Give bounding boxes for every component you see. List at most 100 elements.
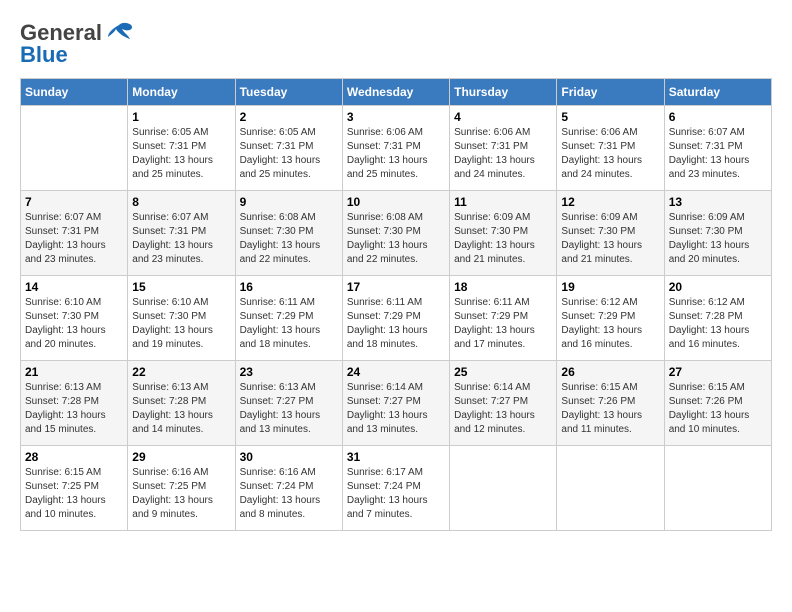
day-number: 27 [669, 365, 767, 379]
day-of-week-header: Saturday [664, 79, 771, 106]
calendar-cell: 18 Sunrise: 6:11 AM Sunset: 7:29 PM Dayli… [450, 276, 557, 361]
day-info: Sunrise: 6:17 AM Sunset: 7:24 PM Dayligh… [347, 466, 445, 522]
day-number: 18 [454, 280, 552, 294]
calendar-cell: 12 Sunrise: 6:09 AM Sunset: 7:30 PM Dayli… [557, 191, 664, 276]
calendar-cell: 15 Sunrise: 6:10 AM Sunset: 7:30 PM Dayli… [128, 276, 235, 361]
day-info: Sunrise: 6:06 AM Sunset: 7:31 PM Dayligh… [454, 126, 552, 182]
day-info: Sunrise: 6:15 AM Sunset: 7:25 PM Dayligh… [25, 466, 123, 522]
day-info: Sunrise: 6:05 AM Sunset: 7:31 PM Dayligh… [132, 126, 230, 182]
day-number: 29 [132, 450, 230, 464]
day-number: 14 [25, 280, 123, 294]
logo-bird-icon [104, 21, 134, 45]
day-info: Sunrise: 6:05 AM Sunset: 7:31 PM Dayligh… [240, 126, 338, 182]
day-info: Sunrise: 6:09 AM Sunset: 7:30 PM Dayligh… [669, 211, 767, 267]
calendar-cell: 20 Sunrise: 6:12 AM Sunset: 7:28 PM Dayli… [664, 276, 771, 361]
day-info: Sunrise: 6:07 AM Sunset: 7:31 PM Dayligh… [25, 211, 123, 267]
calendar-cell: 21Sunrise: 6:13 AM Sunset: 7:28 PM Dayli… [21, 361, 128, 446]
day-number: 25 [454, 365, 552, 379]
day-number: 24 [347, 365, 445, 379]
calendar-cell: 27 Sunrise: 6:15 AM Sunset: 7:26 PM Dayli… [664, 361, 771, 446]
day-number: 10 [347, 195, 445, 209]
day-info: Sunrise: 6:12 AM Sunset: 7:29 PM Dayligh… [561, 296, 659, 352]
page-header: General Blue [20, 20, 772, 68]
day-number: 30 [240, 450, 338, 464]
day-info: Sunrise: 6:14 AM Sunset: 7:27 PM Dayligh… [454, 381, 552, 437]
calendar-cell: 30 Sunrise: 6:16 AM Sunset: 7:24 PM Dayli… [235, 446, 342, 531]
day-info: Sunrise: 6:16 AM Sunset: 7:25 PM Dayligh… [132, 466, 230, 522]
day-number: 31 [347, 450, 445, 464]
day-number: 21 [25, 365, 123, 379]
day-number: 20 [669, 280, 767, 294]
day-number: 1 [132, 110, 230, 124]
day-info: Sunrise: 6:12 AM Sunset: 7:28 PM Dayligh… [669, 296, 767, 352]
day-of-week-header: Friday [557, 79, 664, 106]
day-info: Sunrise: 6:11 AM Sunset: 7:29 PM Dayligh… [347, 296, 445, 352]
day-of-week-header: Thursday [450, 79, 557, 106]
calendar-cell: 22 Sunrise: 6:13 AM Sunset: 7:28 PM Dayli… [128, 361, 235, 446]
day-info: Sunrise: 6:06 AM Sunset: 7:31 PM Dayligh… [347, 126, 445, 182]
day-info: Sunrise: 6:15 AM Sunset: 7:26 PM Dayligh… [561, 381, 659, 437]
day-number: 22 [132, 365, 230, 379]
day-info: Sunrise: 6:11 AM Sunset: 7:29 PM Dayligh… [454, 296, 552, 352]
day-number: 19 [561, 280, 659, 294]
calendar-cell: 13 Sunrise: 6:09 AM Sunset: 7:30 PM Dayli… [664, 191, 771, 276]
calendar-cell: 14Sunrise: 6:10 AM Sunset: 7:30 PM Dayli… [21, 276, 128, 361]
day-of-week-header: Wednesday [342, 79, 449, 106]
day-info: Sunrise: 6:09 AM Sunset: 7:30 PM Dayligh… [561, 211, 659, 267]
day-number: 16 [240, 280, 338, 294]
calendar-cell: 2 Sunrise: 6:05 AM Sunset: 7:31 PM Daylig… [235, 106, 342, 191]
calendar-cell: 5 Sunrise: 6:06 AM Sunset: 7:31 PM Daylig… [557, 106, 664, 191]
day-info: Sunrise: 6:08 AM Sunset: 7:30 PM Dayligh… [240, 211, 338, 267]
calendar-cell: 6Sunrise: 6:07 AM Sunset: 7:31 PM Daylig… [664, 106, 771, 191]
days-of-week-row: SundayMondayTuesdayWednesdayThursdayFrid… [21, 79, 772, 106]
calendar-cell: 4 Sunrise: 6:06 AM Sunset: 7:31 PM Daylig… [450, 106, 557, 191]
day-info: Sunrise: 6:15 AM Sunset: 7:26 PM Dayligh… [669, 381, 767, 437]
day-number: 26 [561, 365, 659, 379]
day-number: 11 [454, 195, 552, 209]
day-number: 13 [669, 195, 767, 209]
calendar-cell: 9 Sunrise: 6:08 AM Sunset: 7:30 PM Daylig… [235, 191, 342, 276]
day-number: 2 [240, 110, 338, 124]
calendar-cell: 29 Sunrise: 6:16 AM Sunset: 7:25 PM Dayli… [128, 446, 235, 531]
day-of-week-header: Monday [128, 79, 235, 106]
calendar-cell: 26 Sunrise: 6:15 AM Sunset: 7:26 PM Dayli… [557, 361, 664, 446]
day-number: 3 [347, 110, 445, 124]
day-info: Sunrise: 6:16 AM Sunset: 7:24 PM Dayligh… [240, 466, 338, 522]
calendar-body: 1 Sunrise: 6:05 AM Sunset: 7:31 PM Daylig… [21, 106, 772, 531]
calendar-cell: 10 Sunrise: 6:08 AM Sunset: 7:30 PM Dayli… [342, 191, 449, 276]
day-number: 23 [240, 365, 338, 379]
calendar-cell: 25 Sunrise: 6:14 AM Sunset: 7:27 PM Dayli… [450, 361, 557, 446]
day-info: Sunrise: 6:13 AM Sunset: 7:28 PM Dayligh… [132, 381, 230, 437]
day-number: 5 [561, 110, 659, 124]
calendar-cell: 23 Sunrise: 6:13 AM Sunset: 7:27 PM Dayli… [235, 361, 342, 446]
day-number: 4 [454, 110, 552, 124]
day-number: 9 [240, 195, 338, 209]
calendar-cell: 19 Sunrise: 6:12 AM Sunset: 7:29 PM Dayli… [557, 276, 664, 361]
day-info: Sunrise: 6:08 AM Sunset: 7:30 PM Dayligh… [347, 211, 445, 267]
calendar-cell [450, 446, 557, 531]
calendar-cell: 31 Sunrise: 6:17 AM Sunset: 7:24 PM Dayli… [342, 446, 449, 531]
logo-blue-text: Blue [20, 42, 68, 68]
day-info: Sunrise: 6:06 AM Sunset: 7:31 PM Dayligh… [561, 126, 659, 182]
calendar-cell: 1 Sunrise: 6:05 AM Sunset: 7:31 PM Daylig… [128, 106, 235, 191]
calendar-week-row: 1 Sunrise: 6:05 AM Sunset: 7:31 PM Daylig… [21, 106, 772, 191]
day-info: Sunrise: 6:07 AM Sunset: 7:31 PM Dayligh… [132, 211, 230, 267]
calendar-cell [664, 446, 771, 531]
day-info: Sunrise: 6:10 AM Sunset: 7:30 PM Dayligh… [132, 296, 230, 352]
day-number: 17 [347, 280, 445, 294]
calendar-cell: 24 Sunrise: 6:14 AM Sunset: 7:27 PM Dayli… [342, 361, 449, 446]
day-number: 15 [132, 280, 230, 294]
calendar-cell: 28 Sunrise: 6:15 AM Sunset: 7:25 PM Dayli… [21, 446, 128, 531]
day-number: 28 [25, 450, 123, 464]
day-info: Sunrise: 6:14 AM Sunset: 7:27 PM Dayligh… [347, 381, 445, 437]
day-number: 6 [669, 110, 767, 124]
calendar-cell: 7Sunrise: 6:07 AM Sunset: 7:31 PM Daylig… [21, 191, 128, 276]
day-info: Sunrise: 6:09 AM Sunset: 7:30 PM Dayligh… [454, 211, 552, 267]
calendar-table: SundayMondayTuesdayWednesdayThursdayFrid… [20, 78, 772, 531]
day-info: Sunrise: 6:13 AM Sunset: 7:27 PM Dayligh… [240, 381, 338, 437]
calendar-header: SundayMondayTuesdayWednesdayThursdayFrid… [21, 79, 772, 106]
day-number: 12 [561, 195, 659, 209]
day-info: Sunrise: 6:11 AM Sunset: 7:29 PM Dayligh… [240, 296, 338, 352]
calendar-cell: 8Sunrise: 6:07 AM Sunset: 7:31 PM Daylig… [128, 191, 235, 276]
calendar-cell: 3 Sunrise: 6:06 AM Sunset: 7:31 PM Daylig… [342, 106, 449, 191]
